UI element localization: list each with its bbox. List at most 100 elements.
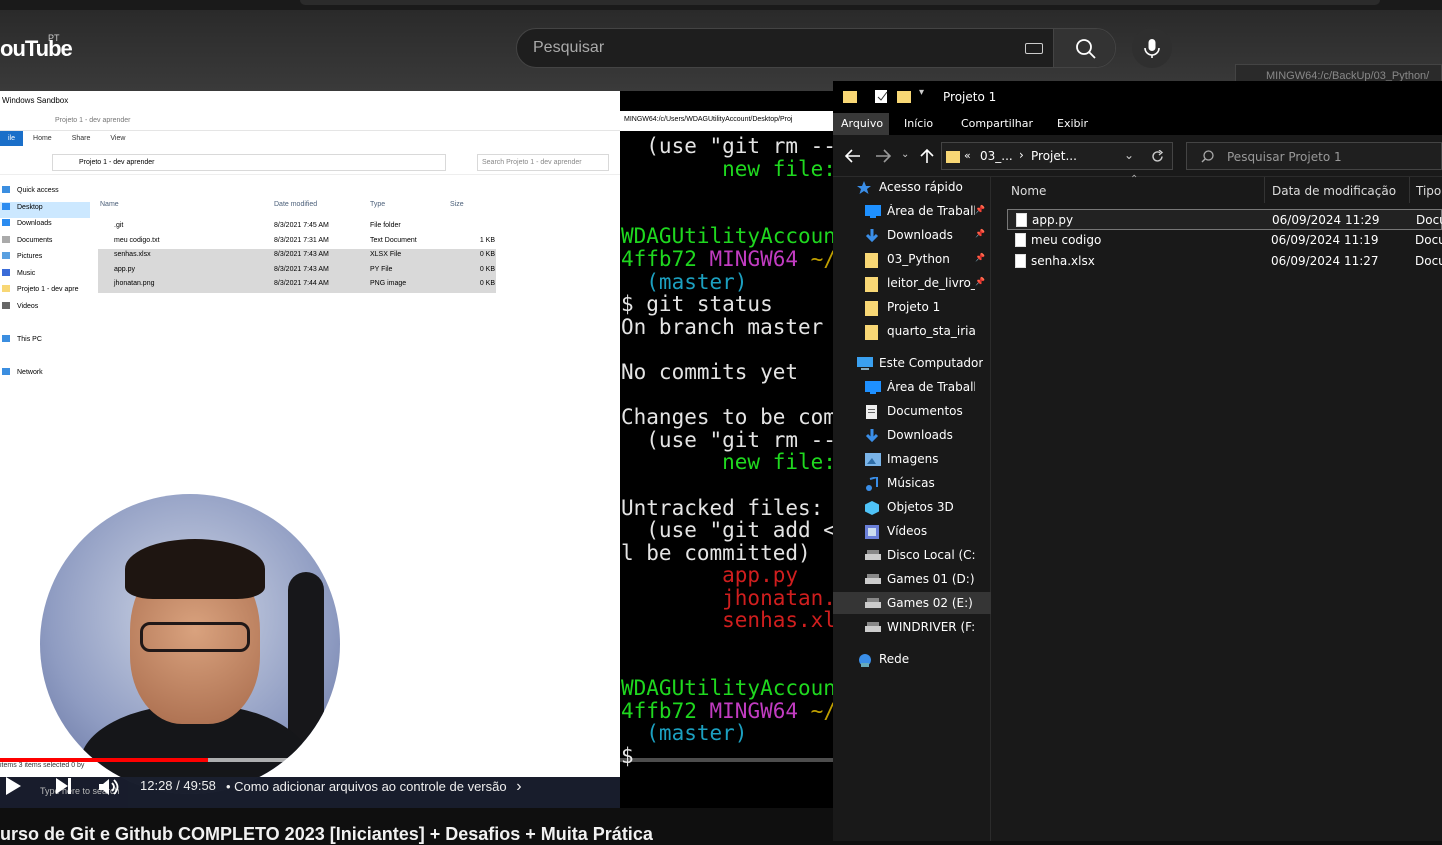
video-nav-label: Music xyxy=(17,269,36,277)
explorer-search[interactable]: Pesquisar Projeto 1 xyxy=(1186,142,1442,170)
column-tipo[interactable]: Tipo xyxy=(1416,184,1441,198)
address-bar[interactable]: « 03_... › Projet... ⌄ xyxy=(941,142,1173,170)
tab-inicio[interactable]: Início xyxy=(904,117,933,130)
video-cell-date: 8/3/2021 7:31 AM xyxy=(274,236,329,244)
nav-item[interactable]: Músicas xyxy=(833,472,991,494)
nav-item[interactable]: Projeto 1 xyxy=(833,296,991,318)
video-cell-name: .git xyxy=(114,222,124,229)
chapter-title: • Como adicionar arquivos ao controle de… xyxy=(226,779,507,794)
file-date: 06/09/2024 11:19 xyxy=(1271,233,1379,247)
video-cell-date: 8/3/2021 7:45 AM xyxy=(274,222,329,229)
browser-top-strip xyxy=(0,0,1442,10)
folder-icon xyxy=(865,253,879,268)
microphone-icon xyxy=(1144,39,1160,58)
search-icon xyxy=(1201,150,1214,163)
music-icon xyxy=(865,475,879,491)
video-col-type: Type xyxy=(370,201,386,208)
properties-icon[interactable] xyxy=(875,89,889,103)
download-icon xyxy=(865,229,879,243)
pin-icon: 📌 xyxy=(975,277,985,286)
chevron-down-icon[interactable]: ⌄ xyxy=(1124,148,1134,162)
video-player[interactable]: Windows Sandbox Projeto 1 - dev aprender… xyxy=(0,91,833,808)
column-nome[interactable]: Nome xyxy=(1011,184,1046,198)
play-icon[interactable] xyxy=(6,777,21,795)
progress-bar[interactable] xyxy=(0,758,833,762)
chapter-link[interactable]: • Como adicionar arquivos ao controle de… xyxy=(226,778,522,796)
tab-arquivo[interactable]: Arquivo xyxy=(833,113,889,135)
file-type: Docu xyxy=(1415,254,1442,268)
pin-icon: 📌 xyxy=(975,229,985,238)
search-icon xyxy=(1076,39,1096,59)
keyboard-icon[interactable] xyxy=(1025,43,1043,54)
folder-icon xyxy=(865,325,879,340)
nav-item[interactable]: Área de Trabalho📌 xyxy=(833,200,991,222)
nav-item[interactable]: WINDRIVER (F:) xyxy=(833,616,991,638)
up-icon[interactable] xyxy=(920,148,934,164)
nav-item[interactable]: Objetos 3D xyxy=(833,496,991,518)
video-cell-name: jhonatan.png xyxy=(114,280,155,287)
forward-icon[interactable] xyxy=(875,149,891,163)
nav-item[interactable]: Disco Local (C:) xyxy=(833,544,991,566)
terminal-line: app.py xyxy=(621,563,799,588)
breadcrumb-separator[interactable]: › xyxy=(1019,148,1024,162)
document-icon xyxy=(1015,233,1026,247)
network-icon xyxy=(857,653,871,667)
search-input[interactable] xyxy=(517,29,1053,67)
nav-item[interactable]: 03_Python 📌 xyxy=(833,248,991,270)
nav-item[interactable]: Este Computador xyxy=(833,352,991,374)
search-button[interactable] xyxy=(1053,29,1115,67)
file-row[interactable]: app.py 06/09/2024 11:29 Docu xyxy=(1007,209,1442,230)
tab-exibir[interactable]: Exibir xyxy=(1057,117,1088,130)
breadcrumb-current[interactable]: Projet... xyxy=(1031,149,1077,163)
nav-item[interactable]: Imagens xyxy=(833,448,991,470)
file-row[interactable]: meu codigo 06/09/2024 11:19 Docu xyxy=(1007,230,1442,251)
youtube-header: ouTube PT xyxy=(0,10,1442,91)
video-nav-icon xyxy=(2,252,10,259)
video-col-date: Date modified xyxy=(274,201,318,208)
video-address-row: Projeto 1 - dev aprender Search Projeto … xyxy=(0,151,620,175)
folder-icon xyxy=(946,151,960,163)
nav-item[interactable]: Documentos xyxy=(833,400,991,422)
file-row[interactable]: senha.xlsx 06/09/2024 11:27 Docu xyxy=(1007,251,1442,272)
nav-item[interactable]: Downloads xyxy=(833,424,991,446)
video-cell-type: XLSX File xyxy=(370,251,402,258)
voice-search-button[interactable] xyxy=(1132,28,1172,68)
new-folder-icon[interactable] xyxy=(897,89,911,103)
video-file-row: jhonatan.png 8/3/2021 7:44 AM PNG image 0 K… xyxy=(98,278,496,293)
video-file-row: app.py 8/3/2021 7:43 AM PY File 0 KB xyxy=(98,263,496,278)
quick-access-dropdown-icon[interactable]: ▾ xyxy=(919,87,924,98)
tab-compartilhar[interactable]: Compartilhar xyxy=(961,117,1033,130)
recent-locations-icon[interactable]: ⌄ xyxy=(901,149,909,160)
breadcrumb-parent[interactable]: 03_... xyxy=(980,149,1013,163)
nav-item[interactable]: Games 01 (D:) xyxy=(833,568,991,590)
nav-item-label: Downloads xyxy=(887,228,953,242)
terminal-line: Changes to be com xyxy=(621,405,833,430)
breadcrumb-overflow[interactable]: « xyxy=(964,149,971,162)
video-nav-item: Network xyxy=(0,367,90,384)
drive-icon xyxy=(865,597,881,609)
nav-item[interactable]: Games 02 (E:) xyxy=(833,592,991,614)
video-ribbon-tab: Home xyxy=(33,135,52,142)
nav-item[interactable]: Downloads 📌 xyxy=(833,224,991,246)
next-icon[interactable] xyxy=(54,777,72,795)
video-ribbon-tab: View xyxy=(110,135,126,142)
nav-item[interactable]: leitor_de_livro_pı📌 xyxy=(833,272,991,294)
nav-item[interactable]: Acesso rápido xyxy=(833,176,991,198)
presenter-webcam xyxy=(40,494,340,794)
back-icon[interactable] xyxy=(845,149,861,163)
video-nav-label: Downloads xyxy=(17,220,52,227)
nav-item[interactable]: Área de Trabalho xyxy=(833,376,991,398)
video-cell-type: PY File xyxy=(370,265,393,273)
nav-item[interactable]: quarto_sta_iria xyxy=(833,320,991,342)
youtube-logo[interactable]: ouTube xyxy=(0,36,73,62)
refresh-icon[interactable] xyxy=(1151,150,1164,163)
column-data[interactable]: Data de modificação xyxy=(1272,184,1396,198)
video-file-row: .git 8/3/2021 7:45 AM File folder xyxy=(98,220,496,235)
file-name: senha.xlsx xyxy=(1031,254,1095,268)
nav-item[interactable]: Rede xyxy=(833,648,991,670)
volume-icon[interactable] xyxy=(98,778,120,796)
terminal-window: (use "git rm -- new file: WDAGUtilityAcco… xyxy=(620,111,833,777)
nav-item[interactable]: Vídeos xyxy=(833,520,991,542)
